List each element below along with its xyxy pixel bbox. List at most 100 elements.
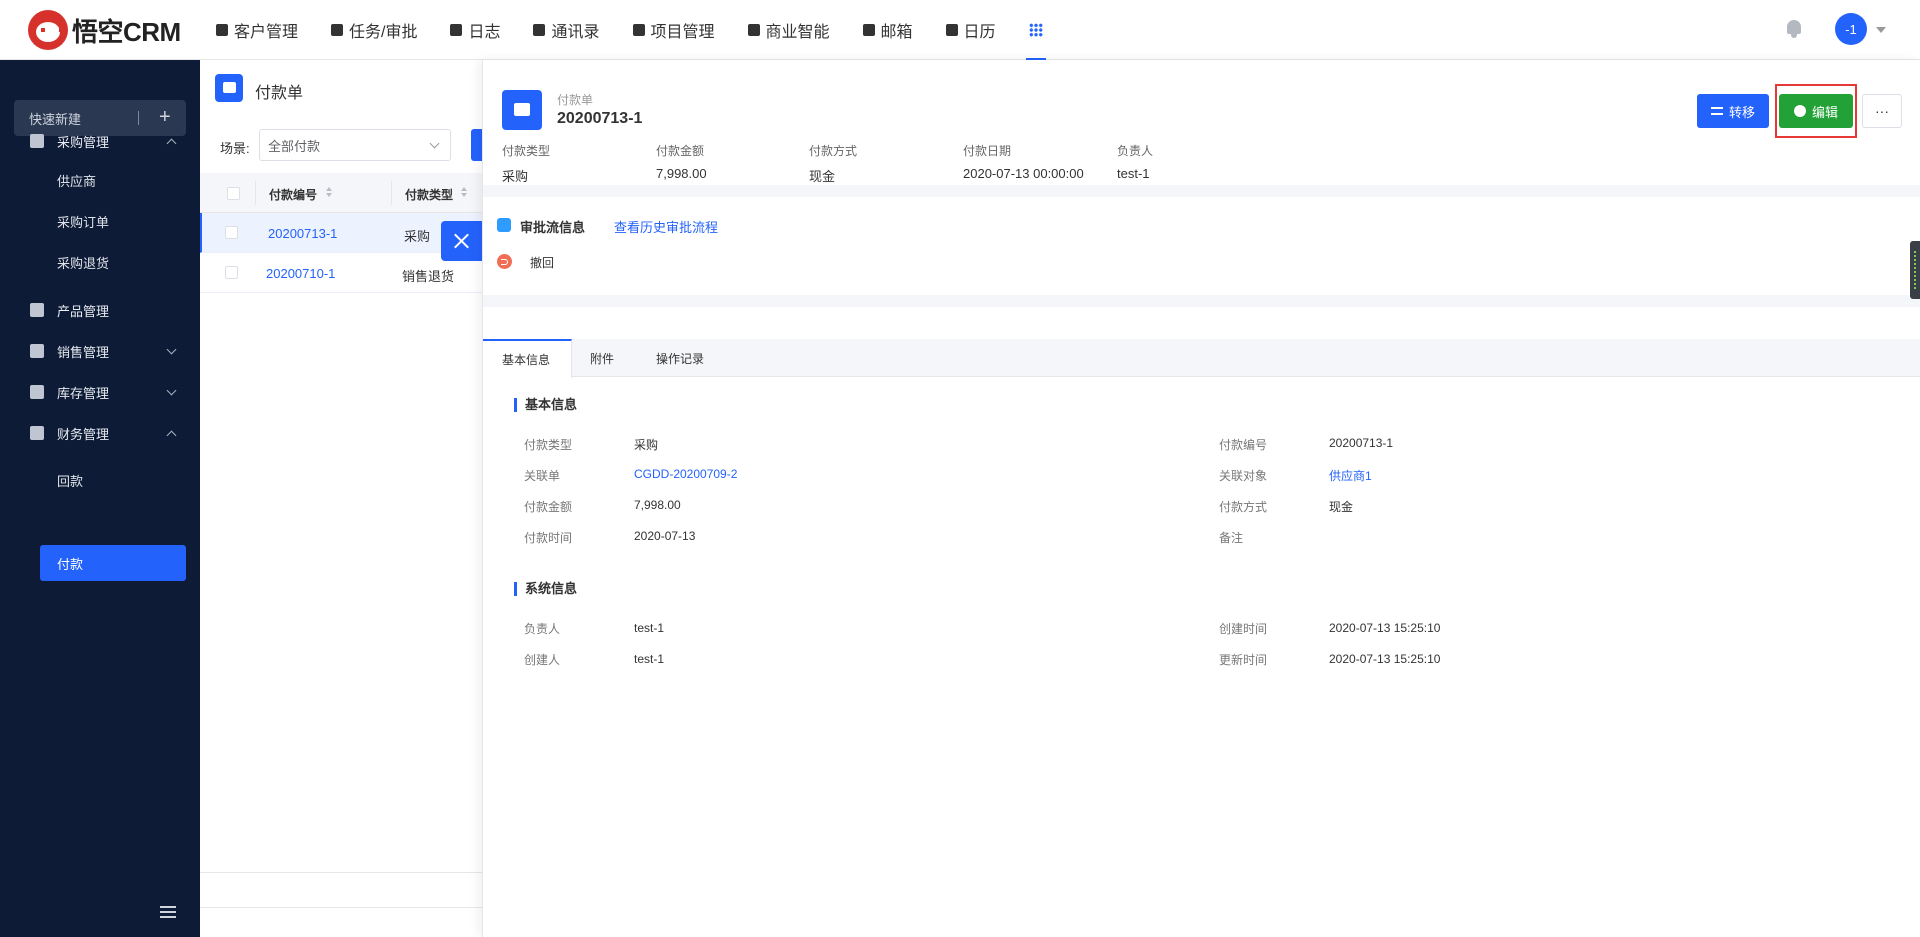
summary-field: 付款金额 7,998.00 <box>656 142 707 181</box>
bell-icon[interactable] <box>1786 20 1802 38</box>
related-order-link[interactable]: CGDD-20200709-2 <box>634 467 737 481</box>
column-header-no[interactable]: 付款编号 <box>269 186 317 203</box>
sidebar-item-label: 采购订单 <box>57 214 110 230</box>
tab-operation-log[interactable]: 操作记录 <box>656 339 704 377</box>
nav-customer[interactable]: 客户管理 <box>216 0 298 60</box>
sort-icon[interactable] <box>461 187 467 199</box>
summary-value: 7,998.00 <box>656 166 707 181</box>
section-title-basic: 基本信息 <box>514 398 577 412</box>
side-widget-handle[interactable] <box>1910 241 1920 299</box>
nav-label: 日历 <box>963 24 996 41</box>
contacts-icon <box>533 24 546 36</box>
summary-field: 付款日期 2020-07-13 00:00:00 <box>963 142 1084 181</box>
field-value: 2020-07-13 <box>634 529 696 543</box>
nav-bi[interactable]: 商业智能 <box>747 0 830 60</box>
tab-attachments[interactable]: 附件 <box>590 339 614 377</box>
caret-down-icon[interactable] <box>1876 27 1886 33</box>
row-payment-no[interactable]: 20200713-1 <box>268 226 337 241</box>
row-payment-no[interactable]: 20200710-1 <box>266 266 335 281</box>
nav-project[interactable]: 项目管理 <box>632 0 715 60</box>
row-checkbox[interactable] <box>225 266 238 279</box>
sidebar-item-supplier[interactable]: 供应商 <box>0 160 200 200</box>
approval-history-link[interactable]: 查看历史审批流程 <box>614 217 718 236</box>
sidebar-item-label: 采购退货 <box>57 255 110 271</box>
sidebar-item-label: 财务管理 <box>57 426 110 442</box>
calendar-icon <box>945 24 958 36</box>
mail-icon <box>862 24 875 36</box>
field-value: 20200713-1 <box>1329 436 1394 450</box>
sidebar-item-label: 销售管理 <box>57 344 110 360</box>
notebook-icon <box>450 24 463 36</box>
sidebar-item-receipt[interactable]: 回款 <box>0 460 200 500</box>
field-value: test-1 <box>634 621 665 635</box>
close-detail-icon[interactable] <box>441 221 482 261</box>
nav-label: 通讯录 <box>551 24 600 41</box>
nav-label: 任务/审批 <box>349 24 418 41</box>
wallet-icon <box>30 426 44 440</box>
button-label: 转移 <box>1728 104 1755 120</box>
summary-label: 负责人 <box>1117 144 1154 158</box>
column-header-type[interactable]: 付款类型 <box>405 186 453 203</box>
sidebar-item-purchase-order[interactable]: 采购订单 <box>0 201 200 241</box>
table-row[interactable]: 20200713-1 采购 <box>200 213 482 253</box>
sidebar-item-payment[interactable]: 付款 <box>40 545 186 581</box>
list-action-button[interactable] <box>471 129 482 161</box>
table-header: 付款编号 付款类型 <box>200 173 482 213</box>
sort-icon[interactable] <box>326 187 332 199</box>
field-label: 付款方式 <box>1219 500 1268 514</box>
field-value: 2020-07-13 15:25:10 <box>1329 621 1441 635</box>
row-checkbox[interactable] <box>225 226 238 239</box>
detail-header: 付款单 20200713-1 转移 编辑 ··· 付款类型 采购 付款金额 7,99… <box>483 60 1920 197</box>
record-type: 付款单 <box>557 93 594 107</box>
scene-select[interactable]: 全部付款 <box>259 129 451 161</box>
detail-panel: 付款单 20200713-1 转移 编辑 ··· 付款类型 采购 付款金额 7,99… <box>482 60 1920 937</box>
section-title-system: 系统信息 <box>514 582 577 596</box>
nav-apps[interactable] <box>1025 0 1046 60</box>
sidebar-item-label: 回款 <box>57 473 84 489</box>
more-button[interactable]: ··· <box>1862 94 1902 128</box>
nav-contacts[interactable]: 通讯录 <box>533 0 600 60</box>
avatar[interactable]: -1 <box>1835 13 1867 45</box>
nav-log[interactable]: 日志 <box>450 0 500 60</box>
sidebar-item-purchase-return[interactable]: 采购退货 <box>0 242 200 282</box>
summary-value: test-1 <box>1117 166 1150 181</box>
chevron-up-icon <box>166 430 177 441</box>
transfer-icon <box>1710 107 1723 115</box>
summary-label: 付款方式 <box>809 144 858 158</box>
field-label: 负责人 <box>524 622 561 636</box>
nav-calendar[interactable]: 日历 <box>945 0 996 60</box>
sidebar-item-finance[interactable]: 财务管理 <box>0 413 200 453</box>
withdraw-button[interactable]: 撤回 <box>530 254 554 271</box>
field-value: 采购 <box>634 438 659 452</box>
field-label: 关联单 <box>524 469 561 483</box>
edit-button[interactable]: 编辑 <box>1779 94 1853 128</box>
select-all-checkbox[interactable] <box>227 187 240 200</box>
pagination-bar <box>200 872 482 937</box>
chevron-down-icon <box>166 344 177 355</box>
collapse-sidebar-icon[interactable] <box>160 906 180 920</box>
field-label: 付款编号 <box>1219 438 1268 452</box>
row-payment-type: 销售退货 <box>402 269 455 284</box>
related-object-link[interactable]: 供应商1 <box>1329 467 1372 484</box>
table-row[interactable]: 20200710-1 销售退货 <box>200 253 482 293</box>
sidebar-item-label: 产品管理 <box>57 303 110 319</box>
record-title: 20200713-1 <box>557 110 643 127</box>
tab-basic-info[interactable]: 基本信息 <box>483 339 572 378</box>
row-payment-type: 采购 <box>404 229 431 244</box>
sidebar-item-sales[interactable]: 销售管理 <box>0 331 200 371</box>
field-value: 2020-07-13 15:25:10 <box>1329 652 1441 666</box>
nav-task-approval[interactable]: 任务/审批 <box>331 0 417 60</box>
undo-icon[interactable] <box>497 254 512 269</box>
nav-mail[interactable]: 邮箱 <box>862 0 913 60</box>
logo[interactable]: 悟空CRM <box>28 10 181 50</box>
sidebar: 快速新建 + 采购管理 供应商 采购订单 采购退货 产品管理 销售管理 库存管理… <box>0 60 200 937</box>
cart-icon <box>30 134 44 148</box>
transfer-button[interactable]: 转移 <box>1697 94 1769 128</box>
button-label: 编辑 <box>1811 104 1838 120</box>
summary-value: 2020-07-13 00:00:00 <box>963 166 1084 181</box>
sidebar-item-inventory[interactable]: 库存管理 <box>0 372 200 412</box>
field-value: 现金 <box>1329 500 1354 514</box>
field-label: 更新时间 <box>1219 653 1268 667</box>
sidebar-item-purchase[interactable]: 采购管理 <box>0 121 200 161</box>
sidebar-item-product[interactable]: 产品管理 <box>0 290 200 330</box>
